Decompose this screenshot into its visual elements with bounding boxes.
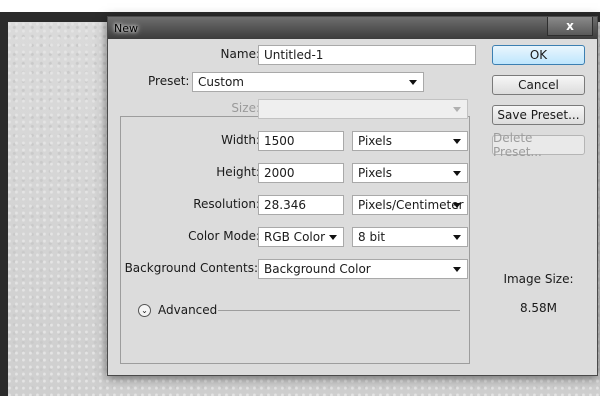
name-label: Name: bbox=[220, 47, 260, 61]
cancel-button[interactable]: Cancel bbox=[492, 75, 585, 95]
chevron-down-icon bbox=[453, 171, 461, 176]
background-contents-select[interactable]: Background Color bbox=[258, 259, 468, 279]
color-mode-select[interactable]: RGB Color bbox=[258, 227, 344, 247]
color-mode-label: Color Mode: bbox=[188, 229, 260, 243]
preset-value: Custom bbox=[198, 75, 244, 89]
chevron-down-circle-icon[interactable]: ⌄ bbox=[138, 304, 151, 317]
preset-select[interactable]: Custom bbox=[192, 72, 424, 92]
resolution-unit-select[interactable]: Pixels/Centimeter bbox=[352, 195, 468, 215]
close-icon: x bbox=[566, 19, 574, 33]
ok-button[interactable]: OK bbox=[492, 45, 585, 65]
preset-label: Preset: bbox=[146, 74, 192, 88]
close-button[interactable]: x bbox=[547, 17, 593, 36]
new-document-dialog: New x Name: Untitled-1 Preset: Custom Si… bbox=[107, 16, 598, 376]
size-select[interactable] bbox=[258, 99, 468, 119]
width-unit-select[interactable]: Pixels bbox=[352, 131, 468, 151]
image-size-label: Image Size: bbox=[503, 272, 574, 286]
advanced-divider bbox=[218, 310, 460, 311]
resolution-label: Resolution: bbox=[193, 197, 260, 211]
title-bar[interactable]: New x bbox=[108, 17, 597, 39]
width-input[interactable]: 1500 bbox=[258, 131, 344, 151]
chevron-down-icon bbox=[453, 203, 461, 208]
chevron-down-icon bbox=[453, 235, 461, 240]
save-preset-button[interactable]: Save Preset... bbox=[492, 105, 585, 125]
dialog-title: New bbox=[114, 22, 138, 35]
image-size-value: 8.58M bbox=[519, 301, 558, 315]
bit-depth-select[interactable]: 8 bit bbox=[352, 227, 468, 247]
chevron-down-icon bbox=[329, 235, 337, 240]
width-label: Width: bbox=[221, 133, 260, 147]
dialog-body: Name: Untitled-1 Preset: Custom Size: Wi… bbox=[108, 39, 597, 375]
resolution-input[interactable]: 28.346 bbox=[258, 195, 344, 215]
height-unit-select[interactable]: Pixels bbox=[352, 163, 468, 183]
advanced-toggle[interactable]: Advanced bbox=[158, 303, 217, 317]
chevron-down-icon bbox=[453, 139, 461, 144]
size-label: Size: bbox=[231, 101, 260, 115]
height-label: Height: bbox=[216, 165, 260, 179]
height-input[interactable]: 2000 bbox=[258, 163, 344, 183]
chevron-down-icon bbox=[409, 80, 417, 85]
name-input[interactable]: Untitled-1 bbox=[258, 45, 476, 65]
delete-preset-button: Delete Preset... bbox=[492, 131, 585, 159]
background-contents-label: Background Contents: bbox=[124, 261, 258, 275]
chevron-down-icon bbox=[453, 267, 461, 272]
chevron-down-icon bbox=[453, 107, 461, 112]
